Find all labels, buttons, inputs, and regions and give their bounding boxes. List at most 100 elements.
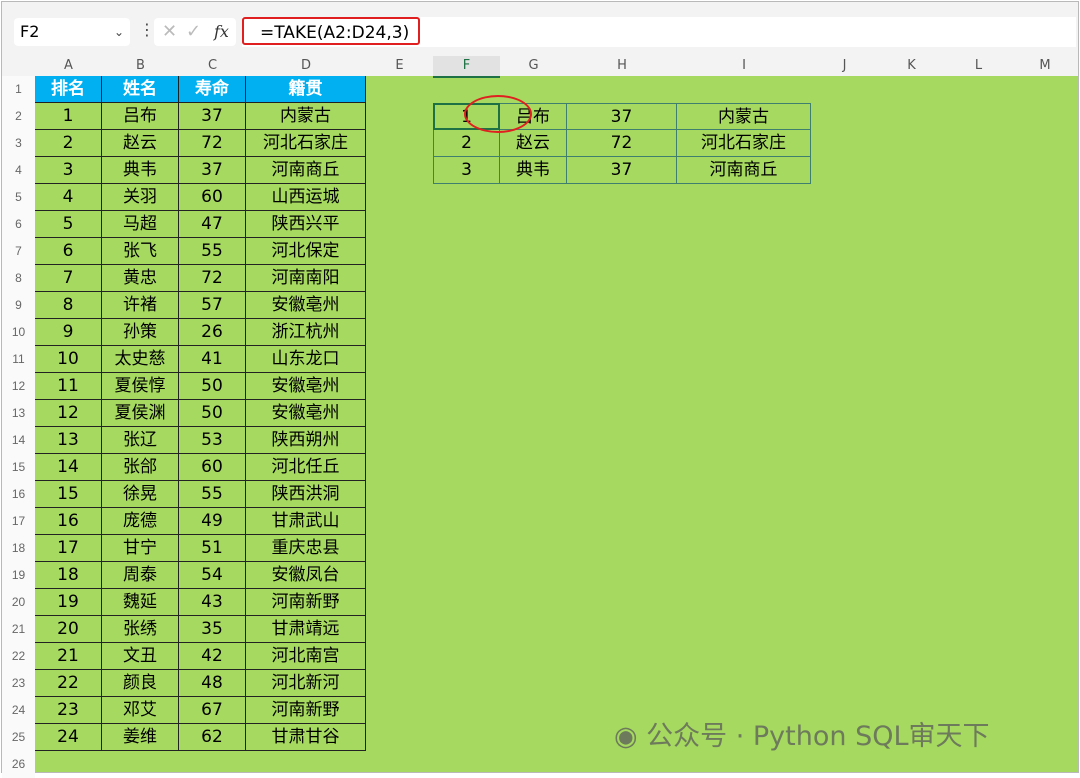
column-header-B[interactable]: B [102,56,179,76]
column-header-M[interactable]: M [1012,56,1078,76]
table-cell[interactable]: 庞德 [102,508,179,535]
fx-icon[interactable]: fx [214,18,229,46]
table-cell[interactable]: 吕布 [102,103,179,130]
result-cell[interactable]: 典韦 [500,157,567,184]
result-cell[interactable]: 2 [433,130,500,157]
column-header-H[interactable]: H [567,56,677,76]
row-header-2[interactable]: 2 [2,103,35,130]
table-cell[interactable]: 黄忠 [102,265,179,292]
cancel-icon[interactable]: ✕ [162,18,177,46]
column-header-A[interactable]: A [35,56,102,76]
name-box[interactable]: F2 ⌄ [14,18,130,46]
result-cell[interactable]: 3 [433,157,500,184]
table-cell[interactable]: 50 [179,373,246,400]
table-cell[interactable]: 72 [179,265,246,292]
select-all-corner[interactable] [2,56,35,76]
table-cell[interactable]: 河北任丘 [246,454,366,481]
table-cell[interactable]: 20 [35,616,102,643]
table-cell[interactable]: 河北新河 [246,670,366,697]
table-cell[interactable]: 关羽 [102,184,179,211]
table-cell[interactable]: 河南商丘 [246,157,366,184]
table-cell[interactable]: 典韦 [102,157,179,184]
table-cell[interactable]: 颜良 [102,670,179,697]
table-cell[interactable]: 安徽亳州 [246,292,366,319]
row-header-13[interactable]: 13 [2,400,35,427]
table-cell[interactable]: 陕西兴平 [246,211,366,238]
row-header-22[interactable]: 22 [2,643,35,670]
row-header-19[interactable]: 19 [2,562,35,589]
table-cell[interactable]: 山西运城 [246,184,366,211]
chevron-down-icon[interactable]: ⌄ [114,18,124,46]
result-cell[interactable]: 赵云 [500,130,567,157]
table-cell[interactable]: 18 [35,562,102,589]
column-header-K[interactable]: K [878,56,945,76]
row-header-3[interactable]: 3 [2,130,35,157]
table-cell[interactable]: 8 [35,292,102,319]
row-header-21[interactable]: 21 [2,616,35,643]
table-cell[interactable]: 夏侯渊 [102,400,179,427]
row-header-23[interactable]: 23 [2,670,35,697]
result-cell[interactable]: 河北石家庄 [677,130,811,157]
table-cell[interactable]: 37 [179,157,246,184]
table-cell[interactable]: 许褚 [102,292,179,319]
row-header-25[interactable]: 25 [2,724,35,751]
table-cell[interactable]: 54 [179,562,246,589]
table-cell[interactable]: 夏侯惇 [102,373,179,400]
table-cell[interactable]: 14 [35,454,102,481]
row-header-17[interactable]: 17 [2,508,35,535]
table-cell[interactable]: 4 [35,184,102,211]
row-header-24[interactable]: 24 [2,697,35,724]
table-cell[interactable]: 43 [179,589,246,616]
row-header-20[interactable]: 20 [2,589,35,616]
table-cell[interactable]: 15 [35,481,102,508]
row-header-15[interactable]: 15 [2,454,35,481]
table-cell[interactable]: 河北南宫 [246,643,366,670]
table-cell[interactable]: 甘宁 [102,535,179,562]
table-cell[interactable]: 山东龙口 [246,346,366,373]
column-header-G[interactable]: G [500,56,567,76]
result-cell[interactable]: 72 [567,130,677,157]
table-cell[interactable]: 河北石家庄 [246,130,366,157]
table-cell[interactable]: 19 [35,589,102,616]
table-cell[interactable]: 孙策 [102,319,179,346]
column-header-E[interactable]: E [366,56,433,76]
table-cell[interactable]: 49 [179,508,246,535]
table-cell[interactable]: 24 [35,724,102,751]
table-cell[interactable]: 37 [179,103,246,130]
row-header-8[interactable]: 8 [2,265,35,292]
table-cell[interactable]: 甘肃武山 [246,508,366,535]
column-header-I[interactable]: I [677,56,811,76]
table-cell[interactable]: 赵云 [102,130,179,157]
table-cell[interactable]: 河北保定 [246,238,366,265]
formula-input[interactable]: =TAKE(A2:D24,3) [242,17,1076,47]
row-header-1[interactable]: 1 [2,76,35,103]
table-cell[interactable]: 马超 [102,211,179,238]
table-cell[interactable]: 16 [35,508,102,535]
table-cell[interactable]: 72 [179,130,246,157]
table-cell[interactable]: 甘肃甘谷 [246,724,366,751]
result-cell[interactable]: 37 [567,157,677,184]
table-cell[interactable]: 53 [179,427,246,454]
table-cell[interactable]: 河南新野 [246,697,366,724]
table-cell[interactable]: 26 [179,319,246,346]
table-cell[interactable]: 3 [35,157,102,184]
result-cell[interactable]: 河南商丘 [677,157,811,184]
table-cell[interactable]: 23 [35,697,102,724]
column-header-L[interactable]: L [945,56,1012,76]
table-cell[interactable]: 57 [179,292,246,319]
table-cell[interactable]: 张绣 [102,616,179,643]
table-cell[interactable]: 河南新野 [246,589,366,616]
row-header-5[interactable]: 5 [2,184,35,211]
row-header-9[interactable]: 9 [2,292,35,319]
table-cell[interactable]: 60 [179,454,246,481]
table-cell[interactable]: 9 [35,319,102,346]
table-cell[interactable]: 安徽亳州 [246,373,366,400]
table-cell[interactable]: 张飞 [102,238,179,265]
table-cell[interactable]: 35 [179,616,246,643]
table-cell[interactable]: 51 [179,535,246,562]
row-header-14[interactable]: 14 [2,427,35,454]
row-header-10[interactable]: 10 [2,319,35,346]
table-cell[interactable]: 62 [179,724,246,751]
row-header-4[interactable]: 4 [2,157,35,184]
table-cell[interactable]: 内蒙古 [246,103,366,130]
